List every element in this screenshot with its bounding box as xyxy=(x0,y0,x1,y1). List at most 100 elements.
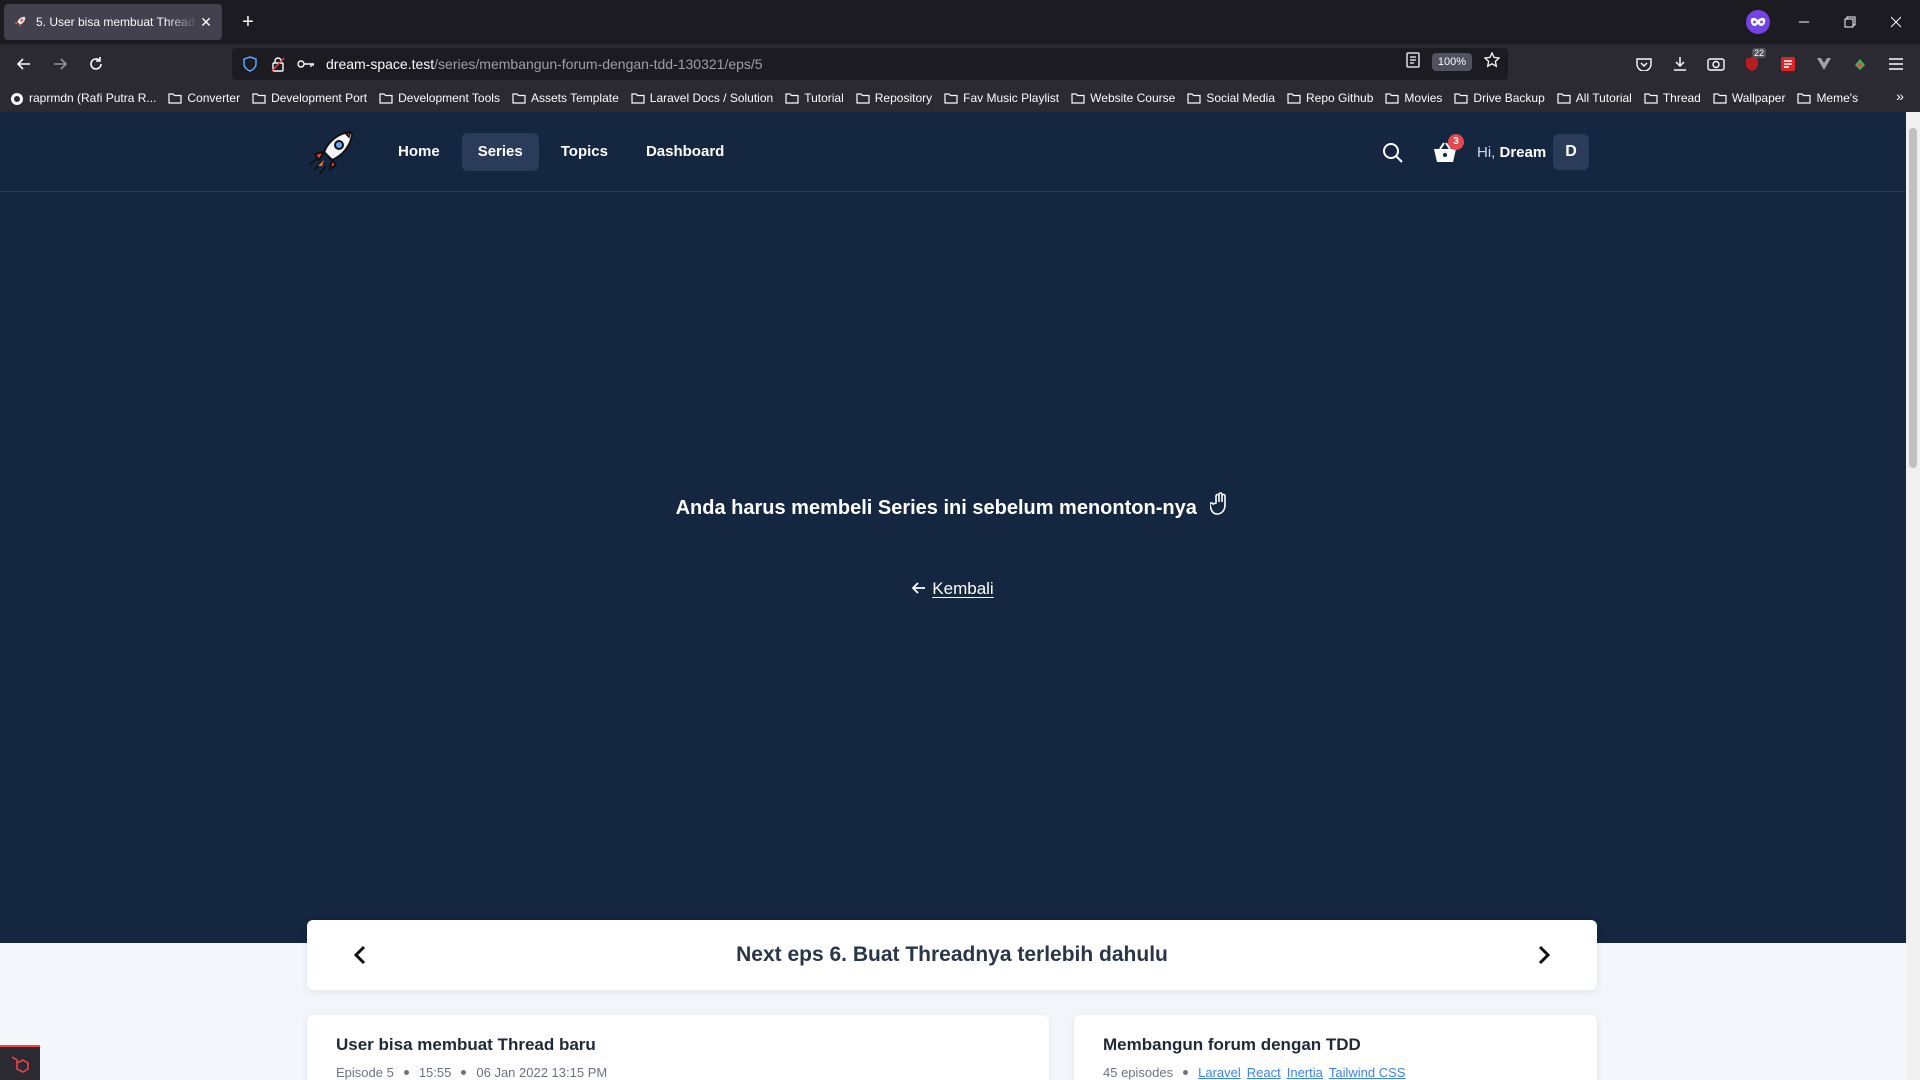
browser-tab-active[interactable]: 5. User bisa membuat Thread baru ✕ xyxy=(4,4,222,40)
tracking-shield-icon[interactable] xyxy=(240,54,260,74)
new-tab-button[interactable]: + xyxy=(236,10,260,34)
bookmark-item[interactable]: All Tutorial xyxy=(1557,91,1632,105)
bookmark-item[interactable]: Movies xyxy=(1385,91,1442,105)
bookmark-label: Social Media xyxy=(1206,91,1276,105)
more-bookmarks-chevron-icon[interactable]: » xyxy=(1890,88,1910,108)
ublock-extension-icon[interactable]: 22 xyxy=(1738,48,1767,78)
address-bar[interactable]: dream-space.test/series/membangun-forum-… xyxy=(232,48,1508,80)
separator-dot xyxy=(461,1070,467,1075)
restore-window-icon[interactable] xyxy=(1836,8,1864,36)
episode-meta: Episode 5 15:55 06 Jan 2022 13:15 PM xyxy=(336,1065,607,1080)
bookmark-label: Assets Template xyxy=(530,91,619,105)
bookmark-item[interactable]: Website Course xyxy=(1071,91,1175,105)
url-host: dream-space.test xyxy=(326,56,435,72)
rocket-logo-icon[interactable] xyxy=(306,126,358,178)
separator-dot xyxy=(403,1070,409,1075)
url-path: /series/membangun-forum-dengan-tdd-13032… xyxy=(434,56,763,72)
bookmark-item[interactable]: Laravel Docs / Solution xyxy=(631,91,773,105)
reload-icon[interactable] xyxy=(82,50,110,78)
folder-icon xyxy=(512,92,526,104)
private-mask-icon xyxy=(1746,10,1770,34)
chevron-right-icon[interactable] xyxy=(1531,943,1555,967)
page-scrollbar[interactable] xyxy=(1906,112,1920,1080)
hand-emoji-icon xyxy=(1209,492,1230,522)
back-arrow-icon[interactable] xyxy=(10,50,38,78)
scrollbar-thumb[interactable] xyxy=(1909,128,1917,468)
downloads-icon[interactable] xyxy=(1666,50,1694,78)
series-tag-link[interactable]: Inertia xyxy=(1287,1065,1323,1080)
extension-badge: 22 xyxy=(1752,48,1767,58)
vue-devtools-icon[interactable] xyxy=(1810,50,1838,78)
bookmark-label: raprmdn (Rafi Putra R... xyxy=(29,91,157,105)
zoom-level[interactable]: 100% xyxy=(1431,52,1472,71)
bookmark-item[interactable]: Social Media xyxy=(1187,91,1275,105)
bookmark-label: Converter xyxy=(187,91,241,105)
folder-icon xyxy=(1644,92,1658,104)
bookmark-star-icon[interactable] xyxy=(1483,51,1501,71)
folder-icon xyxy=(1287,92,1301,104)
bookmark-item[interactable]: Converter xyxy=(168,91,240,105)
bookmark-item[interactable]: Tutorial xyxy=(785,91,844,105)
folder-icon xyxy=(631,92,645,104)
bookmarks-bar: raprmdn (Rafi Putra R... Converter Develop… xyxy=(0,84,1920,112)
episode-title: User bisa membuat Thread baru xyxy=(336,1035,596,1054)
bookmark-item[interactable]: Assets Template xyxy=(512,91,619,105)
bookmark-item[interactable]: Thread xyxy=(1644,91,1701,105)
series-episode-count: 45 episodes xyxy=(1103,1065,1174,1080)
left-arrow-icon xyxy=(912,579,926,599)
back-link[interactable]: Kembali xyxy=(932,579,993,598)
user-greeting[interactable]: Hi, Dream xyxy=(1477,144,1546,161)
bookmark-label: Fav Music Playlist xyxy=(963,91,1060,105)
bookmark-label: Laravel Docs / Solution xyxy=(649,91,774,105)
close-tab-icon[interactable]: ✕ xyxy=(198,14,214,30)
series-title[interactable]: Membangun forum dengan TDD xyxy=(1103,1035,1361,1055)
rocket-favicon-icon xyxy=(12,14,28,30)
minimize-window-icon[interactable] xyxy=(1790,8,1818,36)
site-navbar: Home Series Topics Dashboard 3 Hi, Dream D xyxy=(0,112,1906,192)
cart-button[interactable]: 3 xyxy=(1432,134,1464,166)
folder-icon xyxy=(1071,92,1085,104)
series-tag-link[interactable]: React xyxy=(1247,1065,1281,1080)
web-page: Home Series Topics Dashboard 3 Hi, Dream D … xyxy=(0,112,1906,1080)
bookmark-item[interactable]: Development Tools xyxy=(379,91,500,105)
series-tag-link[interactable]: Tailwind CSS xyxy=(1329,1065,1406,1080)
next-episode-card: Next eps 6. Buat Threadnya terlebih dahu… xyxy=(307,920,1597,990)
series-tag-link[interactable]: Laravel xyxy=(1198,1065,1241,1080)
nav-link-home[interactable]: Home xyxy=(382,133,456,171)
extension-red-icon[interactable] xyxy=(1774,50,1802,78)
bookmark-item[interactable]: Repository xyxy=(856,91,932,105)
folder-icon xyxy=(252,92,266,104)
bookmark-item[interactable]: Development Port xyxy=(252,91,367,105)
main-menu: Home Series Topics Dashboard xyxy=(382,133,740,171)
greeting-prefix: Hi, xyxy=(1477,144,1496,161)
bookmark-item[interactable]: Repo Github xyxy=(1287,91,1373,105)
series-info-card: Membangun forum dengan TDD 45 episodes La… xyxy=(1074,1015,1597,1080)
laravel-debug-icon[interactable] xyxy=(0,1045,40,1080)
bookmark-item[interactable]: raprmdn (Rafi Putra R... xyxy=(10,91,156,105)
nav-link-dashboard[interactable]: Dashboard xyxy=(630,133,740,171)
app-menu-icon[interactable] xyxy=(1882,50,1910,78)
pocket-icon[interactable] xyxy=(1630,50,1658,78)
close-window-icon[interactable] xyxy=(1882,8,1910,36)
back-link-row: Kembali xyxy=(0,579,1906,599)
nav-link-series[interactable]: Series xyxy=(461,133,539,171)
bookmark-item[interactable]: Drive Backup xyxy=(1454,91,1545,105)
bookmark-item[interactable]: Meme's xyxy=(1797,91,1858,105)
forward-arrow-icon[interactable] xyxy=(46,50,74,78)
bookmark-label: Meme's xyxy=(1816,91,1859,105)
video-locked-hero: Home Series Topics Dashboard 3 Hi, Dream D … xyxy=(0,112,1906,943)
next-episode-label[interactable]: Next eps 6. Buat Threadnya terlebih dahu… xyxy=(307,920,1597,990)
key-icon[interactable] xyxy=(296,54,316,74)
bookmark-item[interactable]: Wallpaper xyxy=(1713,91,1785,105)
reader-view-icon[interactable] xyxy=(1406,52,1420,71)
episode-number: Episode 5 xyxy=(336,1065,394,1080)
nav-link-topics[interactable]: Topics xyxy=(545,133,624,171)
cart-count-badge: 3 xyxy=(1448,134,1464,150)
search-icon[interactable] xyxy=(1382,142,1404,164)
bookmark-item[interactable]: Fav Music Playlist xyxy=(944,91,1059,105)
extension-colorful-icon[interactable] xyxy=(1846,50,1874,78)
avatar[interactable]: D xyxy=(1553,134,1589,170)
screenshot-icon[interactable] xyxy=(1702,50,1730,78)
locked-message-text: Anda harus membeli Series ini sebelum me… xyxy=(675,497,1197,519)
insecure-lock-icon[interactable] xyxy=(268,54,288,74)
